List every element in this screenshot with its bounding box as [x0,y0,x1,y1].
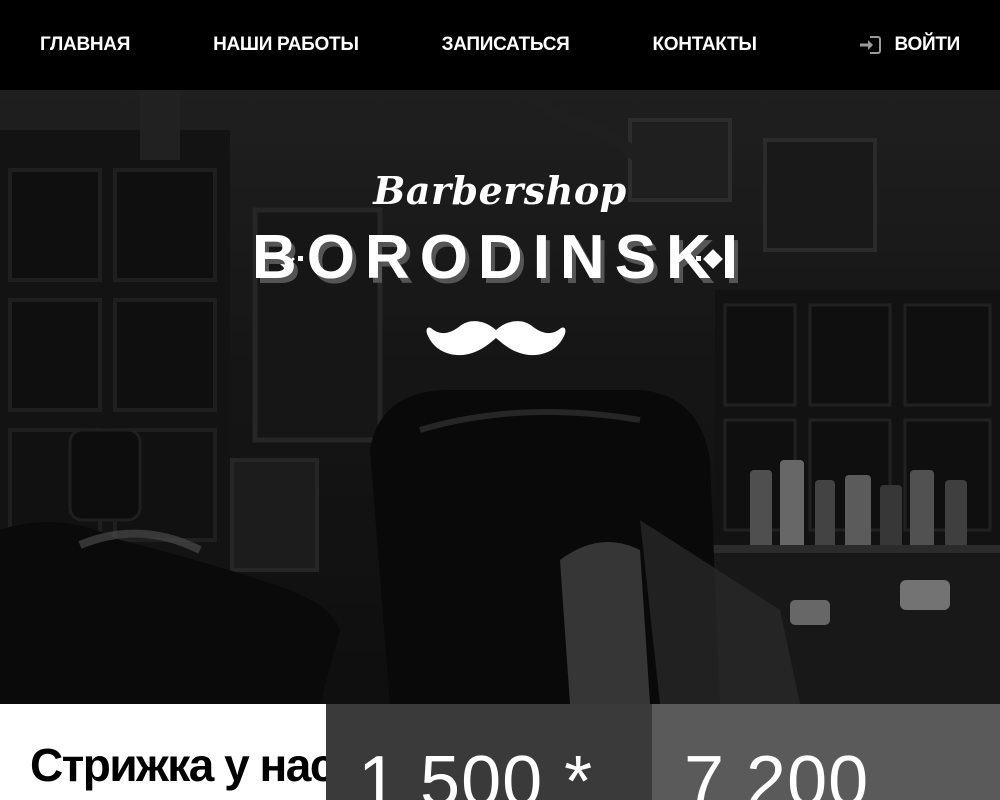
nav-book-link[interactable]: ЗАПИСАТЬСЯ [442,34,570,56]
sign-in-icon [859,36,881,54]
login-link[interactable]: ВОЙТИ [859,34,960,56]
pricing-intro-panel: Стрижка у нас [0,704,335,800]
pricing-section: Стрижка у нас 1 500 * 7 200 [0,704,1000,800]
nav-works-link[interactable]: НАШИ РАБОТЫ [213,34,359,56]
price-panel-1: 1 500 * [326,704,652,800]
mustache-icon [426,321,566,356]
nav-home-link[interactable]: ГЛАВНАЯ [40,34,130,56]
price-panel-2: 7 200 [652,704,1000,800]
logo-script-title: Barbershop [373,168,627,213]
logo-ornament-dot [696,256,701,261]
hero-banner: Barbershop BORODINSKI [0,90,1000,704]
brand-logo-text: BORODINSKI [251,223,749,292]
price-value-2: 7 200 [684,742,870,800]
price-value-1: 1 500 * [358,742,594,800]
login-label: ВОЙТИ [894,34,961,55]
nav-contacts-link[interactable]: КОНТАКТЫ [653,34,757,56]
top-navigation: ГЛАВНАЯ НАШИ РАБОТЫ ЗАПИСАТЬСЯ КОНТАКТЫ … [0,0,1000,90]
pricing-intro-title: Стрижка у нас [30,739,335,791]
